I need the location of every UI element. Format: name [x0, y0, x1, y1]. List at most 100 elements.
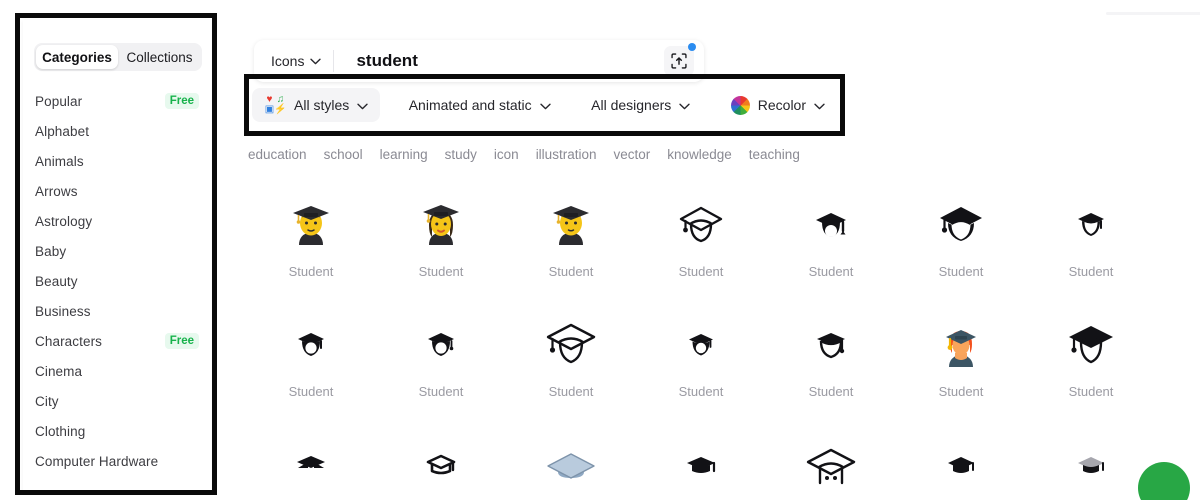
tag-education[interactable]: education [248, 147, 307, 162]
free-badge: Free [164, 333, 199, 349]
sidebar-item-label: Clothing [35, 423, 86, 439]
result-item[interactable]: Student [1026, 302, 1156, 422]
sidebar-item-label: Business [35, 303, 91, 319]
sidebar-item-label: Astrology [35, 213, 93, 229]
result-item[interactable]: Student [896, 182, 1026, 302]
result-item[interactable]: Student [376, 302, 506, 422]
result-item[interactable]: Student [506, 422, 636, 500]
result-item[interactable]: Student [896, 422, 1026, 500]
styles-grid-icon: ♥ ♫ ▣ ⚡ [264, 95, 287, 115]
result-item[interactable]: Student [246, 422, 376, 500]
upload-scan-icon [671, 53, 687, 69]
filter-all-designers-label: All designers [591, 97, 672, 113]
sidebar-item-clothing[interactable]: Clothing [23, 416, 211, 446]
upload-image-search-button[interactable] [664, 43, 696, 76]
result-label: Student [1068, 384, 1114, 399]
sidebar-item-city[interactable]: City [23, 386, 211, 416]
sidebar-item-baby[interactable]: Baby [23, 236, 211, 266]
result-item[interactable]: Student [1026, 422, 1156, 500]
tag-knowledge[interactable]: knowledge [667, 147, 732, 162]
sidebar-item-label: Alphabet [35, 123, 90, 139]
graduate-solid-small-cap-icon [766, 182, 896, 268]
sidebar-item-computer-hardware[interactable]: Computer Hardware [23, 446, 211, 476]
chevron-down-icon [814, 97, 825, 113]
graduate-emoji-male-2-icon [506, 182, 636, 268]
sidebar-item-animals[interactable]: Animals [23, 146, 211, 176]
filter-all-styles[interactable]: ♥ ♫ ▣ ⚡ All styles [252, 88, 381, 122]
sidebar-item-beauty[interactable]: Beauty [23, 266, 211, 296]
graduate-solid-cap-face-icon [896, 182, 1026, 268]
sidebar-item-business[interactable]: Business [23, 296, 211, 326]
related-tags: education school learning study icon ill… [248, 144, 800, 164]
graduate-cap-black-solid-icon [636, 422, 766, 500]
graduate-cap-outline-flat-icon [376, 422, 506, 500]
bolt-icon: ⚡ [274, 104, 287, 115]
sidebar-panel: Categories Collections Popular Free Alph… [23, 20, 211, 492]
sidebar-item-alphabet[interactable]: Alphabet [23, 116, 211, 146]
result-label: Student [548, 384, 594, 399]
tab-categories[interactable]: Categories [36, 45, 118, 69]
sidebar-item-cinema[interactable]: Cinema [23, 356, 211, 386]
notification-dot-icon [688, 43, 696, 51]
chevron-down-icon [357, 97, 368, 113]
sidebar-item-label: Baby [35, 243, 67, 259]
filter-recolor-label: Recolor [757, 97, 807, 113]
result-item[interactable]: Student [246, 182, 376, 302]
graduate-emoji-male-icon [246, 182, 376, 268]
filter-animated-and-static[interactable]: Animated and static [397, 88, 563, 122]
sidebar-item-astrology[interactable]: Astrology [23, 206, 211, 236]
result-item[interactable]: Student [896, 302, 1026, 422]
sidebar-item-label: Animals [35, 153, 84, 169]
result-item[interactable]: Student [766, 302, 896, 422]
result-item[interactable]: Student [376, 182, 506, 302]
tab-collections[interactable]: Collections [119, 45, 200, 69]
results-grid: Student Student Student Student Student … [246, 182, 1196, 500]
app-root: Categories Collections Popular Free Alph… [0, 0, 1200, 500]
tag-school[interactable]: school [324, 147, 363, 162]
sidebar-item-label: Beauty [35, 273, 78, 289]
graduate-outline-cap-eyes-icon [766, 422, 896, 500]
filter-bar: ♥ ♫ ▣ ⚡ All styles Animated and static A… [252, 82, 837, 128]
result-item[interactable]: Student [506, 302, 636, 422]
graduate-cap-bowtie-icon [246, 422, 376, 500]
graduate-cap-blue-flat-icon [506, 422, 636, 500]
graduate-cap-shield-icon [1026, 182, 1156, 268]
graduate-outline-cap-face-icon [636, 182, 766, 268]
chevron-down-icon [310, 52, 322, 70]
sidebar-item-label: City [35, 393, 59, 409]
tag-learning[interactable]: learning [380, 147, 428, 162]
tag-teaching[interactable]: teaching [749, 147, 800, 162]
graduate-cap-head-solid-icon [246, 302, 376, 388]
search-input[interactable]: student [334, 51, 664, 71]
result-item[interactable]: Student [246, 302, 376, 422]
result-label: Student [808, 384, 854, 399]
tag-icon[interactable]: icon [494, 147, 519, 162]
sidebar-item-popular[interactable]: Popular Free [23, 86, 211, 116]
tag-vector[interactable]: vector [613, 147, 650, 162]
graduate-cap-mini-gray-icon [1026, 422, 1156, 500]
sidebar-item-label: Characters [35, 333, 103, 349]
result-item[interactable]: Student [506, 182, 636, 302]
result-label: Student [288, 264, 334, 279]
result-item[interactable]: Student [766, 422, 896, 500]
filter-all-designers[interactable]: All designers [579, 88, 702, 122]
search-scope-dropdown[interactable]: Icons [254, 40, 333, 82]
result-item[interactable]: Student [636, 182, 766, 302]
search-scope-label: Icons [271, 53, 305, 69]
tag-illustration[interactable]: illustration [536, 147, 597, 162]
sidebar-item-arrows[interactable]: Arrows [23, 176, 211, 206]
result-label: Student [418, 384, 464, 399]
filter-recolor[interactable]: Recolor [719, 88, 837, 122]
result-label: Student [938, 384, 984, 399]
sidebar-item-characters[interactable]: Characters Free [23, 326, 211, 356]
filter-all-styles-label: All styles [294, 97, 350, 113]
tag-study[interactable]: study [445, 147, 477, 162]
result-label: Student [418, 264, 464, 279]
result-item[interactable]: Student [636, 302, 766, 422]
result-item[interactable]: Student [376, 422, 506, 500]
result-item[interactable]: Student [1026, 182, 1156, 302]
color-wheel-icon [730, 95, 750, 115]
result-item[interactable]: Student [636, 422, 766, 500]
result-item[interactable]: Student [766, 182, 896, 302]
chevron-down-icon [539, 97, 551, 113]
